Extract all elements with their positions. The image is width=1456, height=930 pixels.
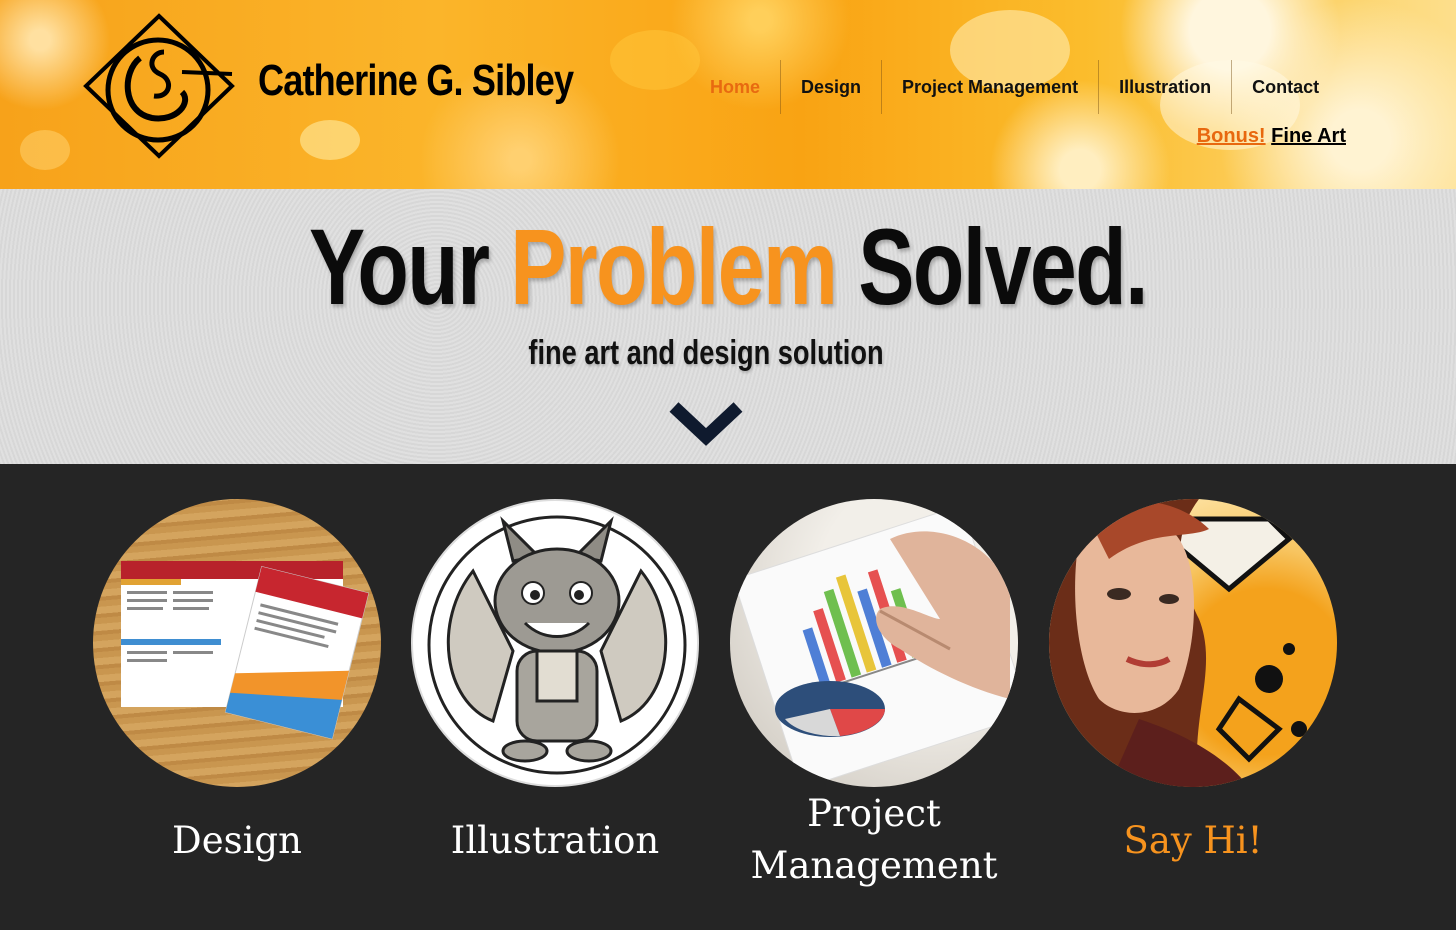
gargoyle-graphic xyxy=(427,515,687,775)
nav-design[interactable]: Design xyxy=(780,60,881,114)
service-card-say-hi[interactable]: Say Hi! xyxy=(1049,499,1337,862)
headline-part1: Your xyxy=(309,206,490,327)
service-label-say-hi[interactable]: Say Hi! xyxy=(1013,815,1373,867)
service-card-design[interactable]: Design xyxy=(93,499,381,862)
hero-subtitle: fine art and design solution xyxy=(528,334,884,372)
portrait-graphic xyxy=(1049,499,1307,787)
splat-decoration xyxy=(20,130,70,170)
site-header: Catherine G. Sibley Home Design Project … xyxy=(0,0,1456,189)
splat-decoration xyxy=(300,120,360,160)
hero-section: Your Problem Solved. fine art and design… xyxy=(0,189,1456,464)
service-card-project-management[interactable]: Project Management xyxy=(730,499,1018,887)
project-management-image xyxy=(730,499,1018,787)
say-hi-image xyxy=(1049,499,1337,787)
illustration-image xyxy=(411,499,699,787)
services-section: Design Illustration Project Management S… xyxy=(0,464,1456,930)
service-label-design[interactable]: Design xyxy=(57,815,417,867)
hero-headline: Your Problem Solved. xyxy=(160,207,1296,327)
splat-decoration xyxy=(610,30,700,90)
service-card-illustration[interactable]: Illustration xyxy=(411,499,699,862)
logo-icon[interactable] xyxy=(82,12,236,160)
nav-illustration[interactable]: Illustration xyxy=(1098,60,1231,114)
headline-part2: Solved. xyxy=(858,206,1148,327)
nav-contact[interactable]: Contact xyxy=(1231,60,1339,114)
site-title[interactable]: Catherine G. Sibley xyxy=(258,56,574,106)
chevron-down-icon[interactable] xyxy=(668,399,744,449)
fine-art-link[interactable]: Fine Art xyxy=(1271,125,1346,147)
bonus-link-row: Bonus! Fine Art xyxy=(1197,125,1346,148)
charts-graphic xyxy=(732,504,1018,787)
service-label-project-management[interactable]: Project Management xyxy=(694,788,1054,892)
nav-project-management[interactable]: Project Management xyxy=(881,60,1098,114)
label-line-management: Management xyxy=(750,844,998,887)
main-nav: Home Design Project Management Illustrat… xyxy=(690,60,1339,114)
bonus-label: Bonus! xyxy=(1196,125,1266,147)
nav-home[interactable]: Home xyxy=(690,60,780,114)
service-label-illustration[interactable]: Illustration xyxy=(375,815,735,867)
brochure-graphic xyxy=(121,561,370,740)
headline-accent: Problem xyxy=(510,206,838,327)
label-line-project: Project xyxy=(807,792,941,835)
design-image xyxy=(93,499,381,787)
